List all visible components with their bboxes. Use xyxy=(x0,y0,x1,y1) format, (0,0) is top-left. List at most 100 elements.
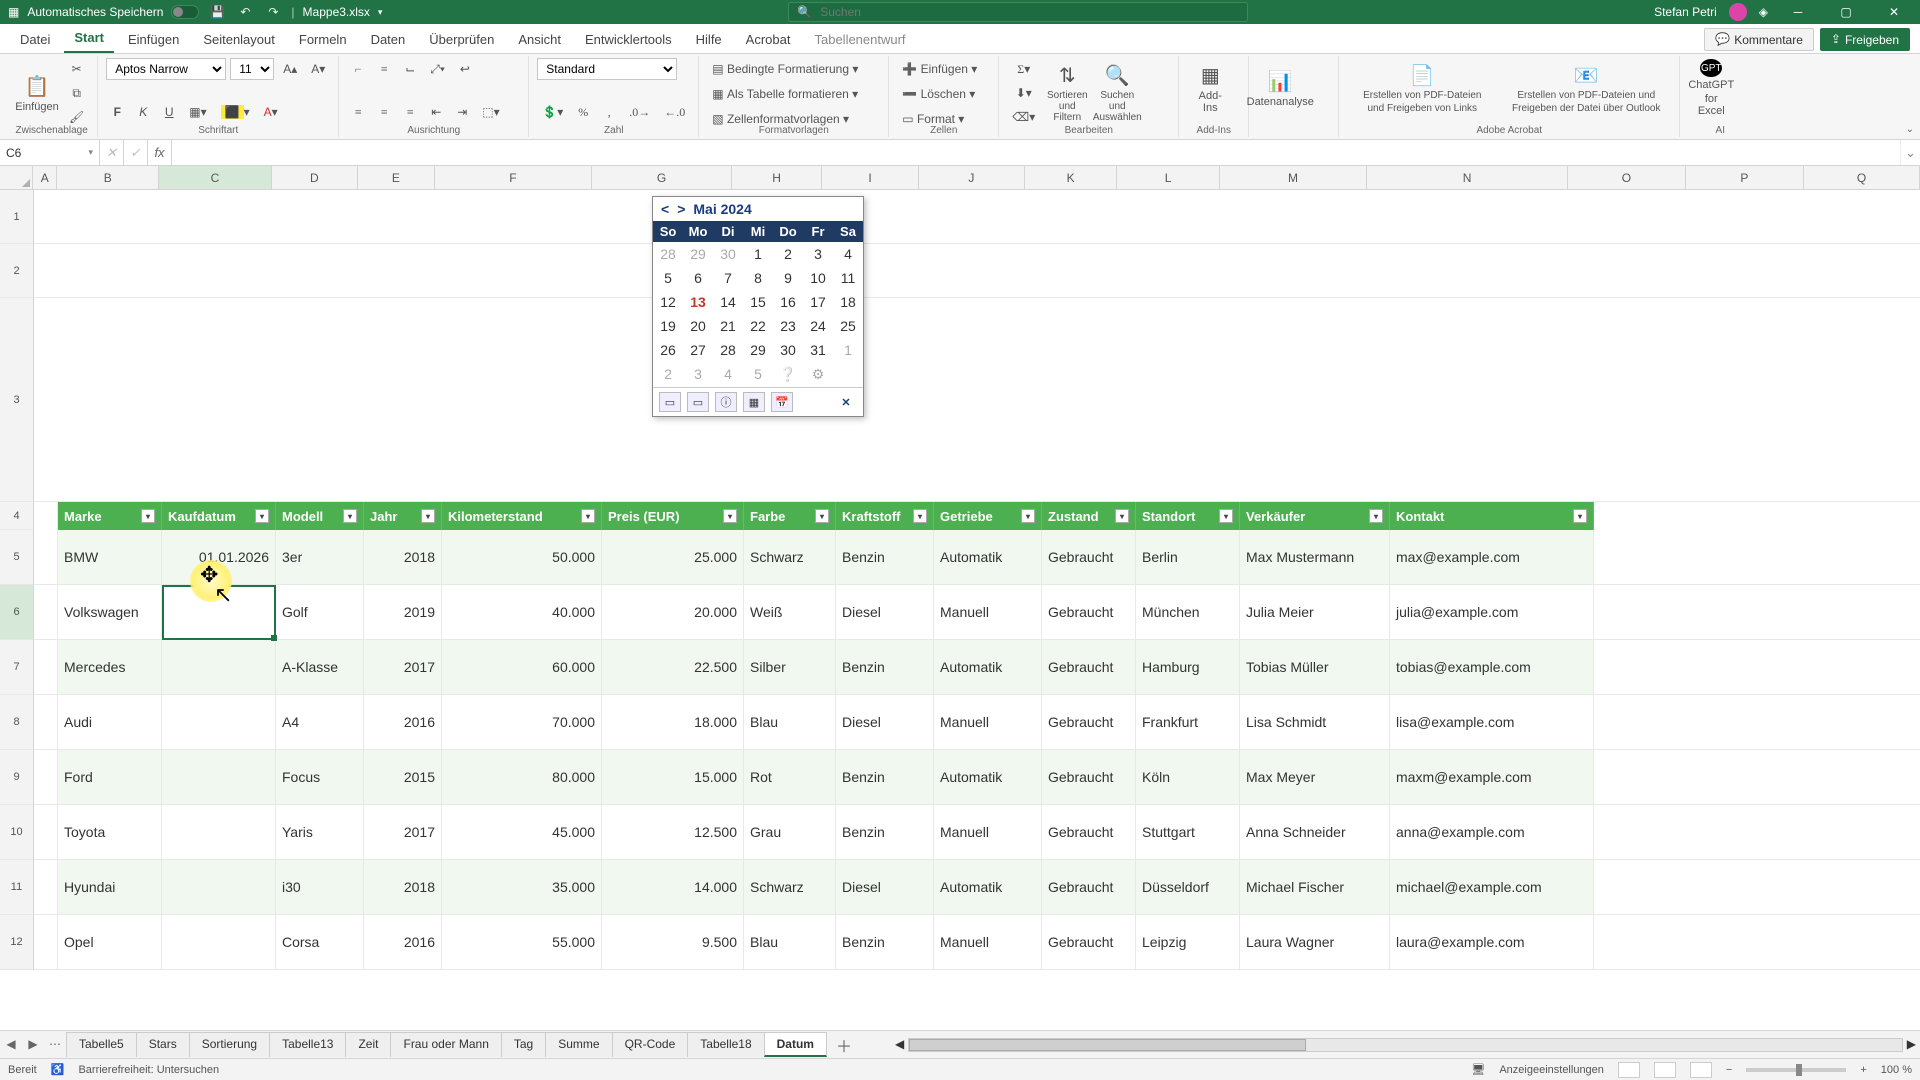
format-as-table[interactable]: ▦ Als Tabelle formatieren ▾ xyxy=(707,83,880,105)
row-2[interactable]: 2 xyxy=(0,244,34,298)
cell-verk[interactable]: Michael Fischer xyxy=(1240,860,1390,914)
cell-kraft[interactable]: Benzin xyxy=(836,805,934,859)
th-verkaeufer[interactable]: Verkäufer▾ xyxy=(1240,502,1390,530)
cell-farbe[interactable]: Blau xyxy=(744,695,836,749)
cell-jahr[interactable]: 2017 xyxy=(364,640,442,694)
cell-kauf[interactable] xyxy=(162,805,276,859)
col-C[interactable]: C xyxy=(159,166,271,189)
sort-filter[interactable]: ⇅Sortieren und Filtern xyxy=(1044,63,1090,123)
tab-acrobat[interactable]: Acrobat xyxy=(736,26,801,53)
fill[interactable]: ⬇▾ xyxy=(1007,82,1040,104)
cal-tool-info[interactable]: ⓘ xyxy=(715,392,737,412)
cell-marke[interactable]: Toyota xyxy=(58,805,162,859)
row-5[interactable]: 5 xyxy=(0,530,34,585)
acrobat-create-share-link[interactable]: 📄Erstellen von PDF-Dateienund Freigeben … xyxy=(1347,58,1497,118)
tab-entwicklertools[interactable]: Entwicklertools xyxy=(575,26,682,53)
hscroll-left[interactable]: ◀ xyxy=(895,1037,904,1052)
font-name-combo[interactable]: Aptos Narrow xyxy=(106,58,226,80)
cal-day[interactable]: 19 xyxy=(653,314,683,338)
cell-kauf[interactable] xyxy=(162,695,276,749)
save-icon[interactable]: 💾 xyxy=(207,2,227,22)
cell-verk[interactable]: Max Meyer xyxy=(1240,750,1390,804)
cell-ort[interactable]: Hamburg xyxy=(1136,640,1240,694)
view-normal[interactable] xyxy=(1618,1062,1640,1078)
cell-marke[interactable]: Audi xyxy=(58,695,162,749)
sheet-tab[interactable]: Summe xyxy=(545,1032,612,1057)
cal-day[interactable]: 13 xyxy=(683,290,713,314)
cell-marke[interactable]: Hyundai xyxy=(58,860,162,914)
tab-ueberpruefen[interactable]: Überprüfen xyxy=(419,26,504,53)
cell-jahr[interactable]: 2017 xyxy=(364,805,442,859)
cell-km[interactable]: 50.000 xyxy=(442,530,602,584)
row-1[interactable]: 1 xyxy=(0,190,34,244)
align-top[interactable]: ⌐ xyxy=(347,58,369,80)
accessibility-icon[interactable]: ♿ xyxy=(51,1063,65,1076)
sheet-nav-prev[interactable]: ◀ xyxy=(0,1037,22,1052)
cell-ort[interactable]: Köln xyxy=(1136,750,1240,804)
cell-kauf[interactable] xyxy=(162,585,276,639)
th-marke[interactable]: Marke▾ xyxy=(58,502,162,530)
cell-kontakt[interactable]: michael@example.com xyxy=(1390,860,1594,914)
status-display[interactable]: Anzeigeeinstellungen xyxy=(1499,1064,1604,1076)
filter-icon[interactable]: ▾ xyxy=(1115,509,1129,523)
number-format-combo[interactable]: Standard xyxy=(537,58,677,80)
cell-farbe[interactable]: Schwarz xyxy=(744,530,836,584)
cell-km[interactable]: 35.000 xyxy=(442,860,602,914)
th-modell[interactable]: Modell▾ xyxy=(276,502,364,530)
addins-button[interactable]: ▦Add-Ins xyxy=(1187,58,1233,118)
cal-day[interactable]: 18 xyxy=(833,290,863,314)
cell-kontakt[interactable]: anna@example.com xyxy=(1390,805,1594,859)
currency-button[interactable]: 💲▾ xyxy=(537,101,568,123)
cell-kraft[interactable]: Benzin xyxy=(836,750,934,804)
cal-day[interactable]: 26 xyxy=(653,338,683,362)
cal-day[interactable]: 17 xyxy=(803,290,833,314)
cell-verk[interactable]: Anna Schneider xyxy=(1240,805,1390,859)
cell-ort[interactable]: Berlin xyxy=(1136,530,1240,584)
filter-icon[interactable]: ▾ xyxy=(141,509,155,523)
comments-button[interactable]: 💬Kommentare xyxy=(1704,28,1814,51)
undo-icon[interactable]: ↶ xyxy=(235,2,255,22)
cell-marke[interactable]: Ford xyxy=(58,750,162,804)
hscroll-right[interactable]: ▶ xyxy=(1907,1037,1916,1052)
cell-ort[interactable]: Düsseldorf xyxy=(1136,860,1240,914)
cell-ort[interactable]: Leipzig xyxy=(1136,915,1240,969)
cell-getr[interactable]: Automatik xyxy=(934,750,1042,804)
insert-cells[interactable]: ➕ Einfügen ▾ xyxy=(897,58,990,80)
sheet-tab[interactable]: Stars xyxy=(136,1032,190,1057)
tab-start[interactable]: Start xyxy=(64,24,114,53)
cell-kontakt[interactable]: julia@example.com xyxy=(1390,585,1594,639)
filter-icon[interactable]: ▾ xyxy=(421,509,435,523)
cell-kraft[interactable]: Diesel xyxy=(836,860,934,914)
share-button[interactable]: ⇪Freigeben xyxy=(1820,28,1910,51)
user-name[interactable]: Stefan Petri xyxy=(1654,5,1717,19)
border-button[interactable]: ▦▾ xyxy=(184,101,211,123)
cell-kraft[interactable]: Diesel xyxy=(836,695,934,749)
chatgpt-button[interactable]: GPTChatGPTfor Excel xyxy=(1688,58,1734,118)
tab-seitenlayout[interactable]: Seitenlayout xyxy=(193,26,285,53)
cell-kauf[interactable]: 01.01.2026 xyxy=(162,530,276,584)
cell-modell[interactable]: A4 xyxy=(276,695,364,749)
cal-day[interactable]: 27 xyxy=(683,338,713,362)
autosave-toggle[interactable] xyxy=(171,5,199,19)
cal-day[interactable]: 16 xyxy=(773,290,803,314)
cell-verk[interactable]: Julia Meier xyxy=(1240,585,1390,639)
cell-ort[interactable]: Frankfurt xyxy=(1136,695,1240,749)
underline-button[interactable]: U xyxy=(158,101,180,123)
filter-icon[interactable]: ▾ xyxy=(255,509,269,523)
th-standort[interactable]: Standort▾ xyxy=(1136,502,1240,530)
cal-day[interactable]: 2 xyxy=(773,242,803,266)
search-input[interactable] xyxy=(820,5,1239,19)
th-kontakt[interactable]: Kontakt▾ xyxy=(1390,502,1594,530)
cell-modell[interactable]: A-Klasse xyxy=(276,640,364,694)
cal-day[interactable]: 15 xyxy=(743,290,773,314)
cell-preis[interactable]: 14.000 xyxy=(602,860,744,914)
cal-day[interactable]: 1 xyxy=(743,242,773,266)
cell-modell[interactable]: 3er xyxy=(276,530,364,584)
cell-farbe[interactable]: Silber xyxy=(744,640,836,694)
cell-km[interactable]: 40.000 xyxy=(442,585,602,639)
align-middle[interactable]: ≡ xyxy=(373,58,395,80)
cal-day[interactable]: 21 xyxy=(713,314,743,338)
close-button[interactable]: ✕ xyxy=(1876,0,1912,24)
cal-day[interactable]: 25 xyxy=(833,314,863,338)
find-select[interactable]: 🔍Suchen und Auswählen xyxy=(1094,63,1140,123)
